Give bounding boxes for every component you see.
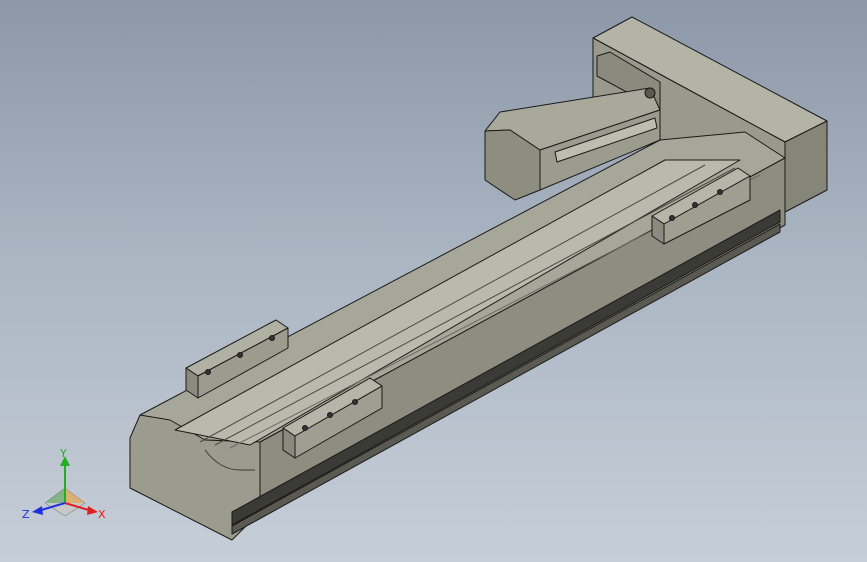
coordinate-triad: Y X Z (20, 447, 110, 528)
x-axis-label: X (98, 508, 106, 521)
cad-viewport[interactable]: Y X Z (0, 0, 867, 562)
z-axis-label: Z (22, 508, 30, 521)
y-axis-label: Y (59, 448, 67, 460)
linear-actuator-model[interactable] (0, 0, 867, 562)
